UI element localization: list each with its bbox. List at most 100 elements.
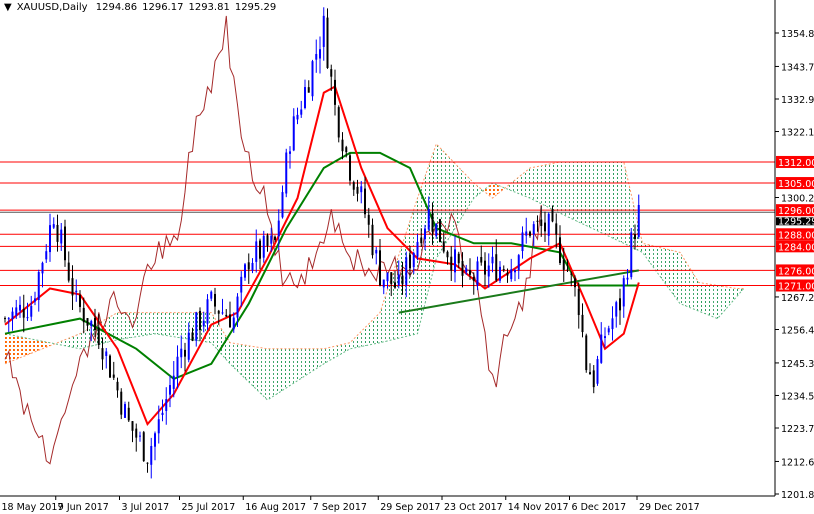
cloud-bullish-segment [336,345,339,357]
cloud-bullish-segment [308,348,311,374]
price-tick-label: 1201.80 [781,490,814,501]
candle-body [431,213,434,232]
cloud-bullish-segment [250,346,253,386]
candle-body [562,259,565,270]
candle-body [517,255,520,271]
candle-body [281,192,284,218]
candle-body [352,182,355,190]
candle-body [131,421,134,431]
cloud-bullish-segment [288,348,290,387]
cloud-bullish-segment [659,247,662,278]
cloud-bearish-segment [29,338,32,355]
candle-body [622,278,625,307]
chart-window[interactable]: 1354.80 1343.70 1332.90 1322.10 1300.20 1267.… [0,0,814,514]
cloud-bullish-segment [605,161,607,236]
candle-body [416,241,419,257]
cloud-bullish-segment [235,343,238,372]
candle-body [90,321,93,327]
cloud-bullish-segment [464,173,467,214]
time-tick-label: 29 Dec 2017 [639,502,700,513]
cloud-bullish-segment [258,347,260,393]
cloud-bullish-segment [698,282,701,312]
candle-body [274,236,276,240]
cloud-bullish-segment [689,267,692,309]
candle-body [169,385,171,395]
cloud-bullish-segment [162,312,165,336]
candle-body [82,307,85,323]
price-chart[interactable]: 1354.80 1343.70 1332.90 1322.10 1300.20 1267.… [0,0,814,514]
candle-body [367,214,370,225]
candle-body [221,312,224,314]
cloud-bullish-segment [713,284,716,318]
time-tick-label: 9 Jun 2017 [58,502,109,513]
cloud-bullish-segment [125,312,127,339]
cloud-bullish-segment [143,312,146,336]
level-price-label: 1284.00 [778,242,814,253]
cloud-bullish-segment [451,159,454,235]
price-tick-label: 1343.70 [781,62,814,73]
candle-body [330,69,333,77]
cloud-bearish-segment [42,341,45,349]
cloud-bullish-segment [702,283,705,314]
cloud-bullish-segment [473,183,476,199]
candle-body [386,272,389,282]
candle-body [615,302,618,317]
open-value: 1294.86 [95,2,138,13]
candle-body [214,293,216,307]
candle-body [247,262,250,270]
candle-body [574,278,576,288]
cloud-bullish-segment [650,245,652,266]
candle-body [349,155,351,181]
cloud-bullish-segment [599,161,602,233]
cloud-bullish-segment [695,276,697,311]
candle-body [424,228,426,240]
candle-body [67,262,70,281]
candle-body [206,299,209,324]
cloud-bullish-segment [312,348,315,372]
candle-body [195,312,198,341]
cloud-bullish-segment [554,162,557,212]
cloud-bullish-segment [539,165,542,204]
level-price-label: 1271.00 [778,281,814,292]
candle-body [79,295,81,307]
cloud-bullish-segment [663,248,665,284]
cloud-bullish-segment [567,161,570,218]
candle-body [285,152,288,194]
cloud-bullish-segment [518,175,521,195]
candle-body [630,232,633,278]
cloud-bullish-segment [155,312,157,335]
cloud-bullish-segment [560,161,562,215]
price-tick-label: 1332.90 [781,95,814,106]
cloud-bullish-segment [383,295,386,342]
cloud-bearish-segment [14,335,17,361]
cloud-bearish-segment [16,335,19,360]
cloud-bullish-segment [565,161,568,217]
candle-body [540,219,543,226]
candle-body [4,318,6,320]
cloud-bullish-segment [81,331,84,349]
cloud-bullish-segment [156,312,159,335]
cloud-bullish-segment [725,286,727,311]
candle-body [322,15,325,47]
cloud-bullish-segment [653,246,656,271]
cloud-bullish-segment [261,347,264,397]
candle-body [555,223,558,235]
candle-body [22,308,25,318]
price-axis-panel [775,0,814,514]
candle-body [382,279,385,288]
candle-body [315,54,318,60]
candle-body [26,317,29,319]
dropdown-arrow-icon[interactable]: ▼ [4,2,12,13]
cloud-bullish-segment [623,161,626,245]
candle-body [105,351,108,356]
cloud-bullish-segment [256,346,259,391]
cloud-bullish-segment [213,315,215,347]
cloud-bullish-segment [372,318,375,345]
cloud-bullish-segment [338,344,341,356]
cloud-bullish-segment [370,320,373,345]
price-tick-label: 1223.70 [781,424,814,435]
candle-body [476,261,479,286]
time-tick-label: 25 Jul 2017 [182,502,236,513]
cloud-bullish-segment [586,161,589,227]
cloud-bullish-segment [616,161,619,241]
